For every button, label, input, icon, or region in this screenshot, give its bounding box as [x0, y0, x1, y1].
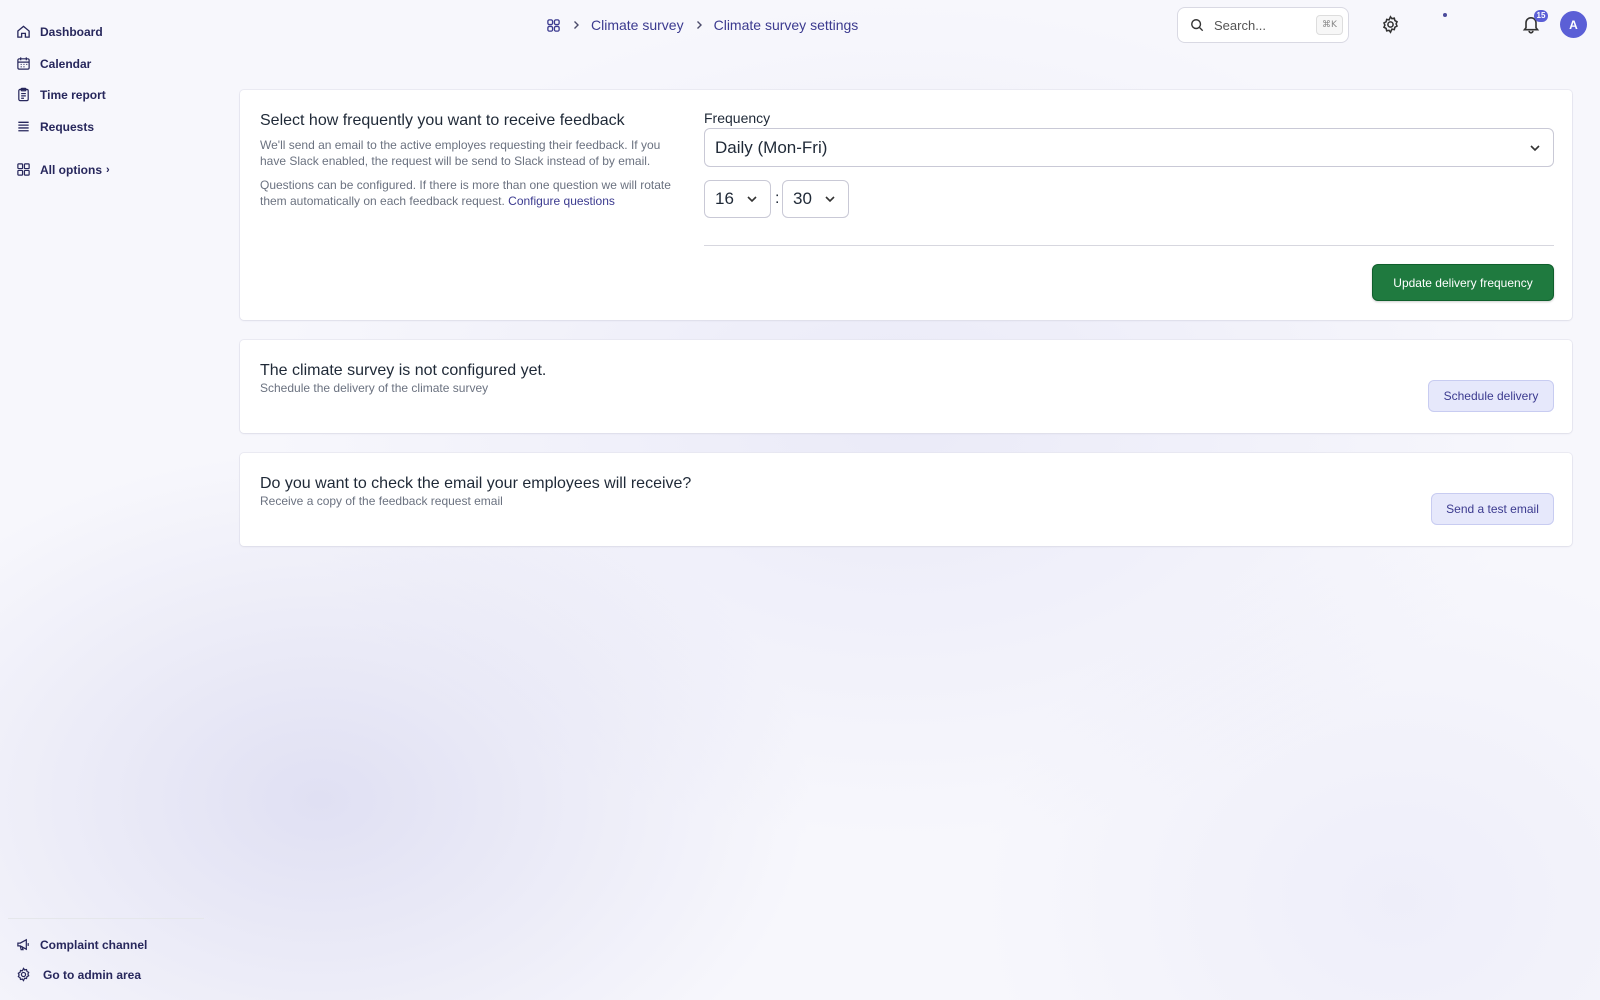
- chevron-down-icon: [824, 193, 836, 205]
- search-box[interactable]: ⌘K: [1177, 7, 1349, 43]
- frequency-label: Frequency: [704, 110, 771, 126]
- search-icon: [1190, 18, 1204, 32]
- sidebar-item-all-options[interactable]: All options ›: [16, 162, 110, 177]
- avatar[interactable]: A: [1560, 11, 1587, 38]
- minute-select[interactable]: 30: [782, 180, 849, 218]
- sidebar-item-label: All options: [40, 162, 102, 177]
- hour-value: 16: [715, 189, 734, 208]
- sidebar-item-label: Time report: [40, 87, 106, 102]
- test-email-card-title: Do you want to check the email your empl…: [260, 475, 692, 492]
- clipboard-icon: [16, 87, 31, 102]
- sidebar-item-dashboard[interactable]: Dashboard: [16, 24, 103, 39]
- schedule-card-title: The climate survey is not configured yet…: [260, 362, 547, 379]
- frequency-card-title: Select how frequently you want to receiv…: [260, 112, 625, 129]
- sidebar: Dashboard Calendar Time report Requests …: [0, 0, 210, 1000]
- sidebar-item-calendar[interactable]: Calendar: [16, 56, 91, 71]
- chevron-down-icon: [746, 193, 758, 205]
- search-input[interactable]: [1212, 16, 1316, 34]
- notification-badge: 15: [1534, 10, 1548, 22]
- questions-description: Questions can be configured. If there is…: [260, 177, 680, 209]
- sidebar-item-label: Requests: [40, 119, 95, 134]
- breadcrumb-climate-survey[interactable]: Climate survey: [591, 17, 684, 33]
- frequency-card: Select how frequently you want to receiv…: [240, 90, 1572, 320]
- calendar-icon: [16, 56, 31, 71]
- status-dot: [1443, 13, 1447, 17]
- chevron-right-icon: [694, 20, 704, 30]
- home-icon: [16, 24, 31, 39]
- sidebar-item-time-report[interactable]: Time report: [16, 87, 106, 102]
- chevron-right-icon: [571, 20, 581, 30]
- minute-value: 30: [793, 189, 812, 208]
- settings-gear-icon[interactable]: [1380, 14, 1400, 34]
- update-delivery-frequency-button[interactable]: Update delivery frequency: [1372, 264, 1554, 301]
- sidebar-item-requests[interactable]: Requests: [16, 119, 94, 134]
- hour-select[interactable]: 16: [704, 180, 771, 218]
- schedule-card-subtitle: Schedule the delivery of the climate sur…: [260, 381, 489, 395]
- frequency-value: Daily (Mon-Fri): [715, 137, 828, 157]
- time-separator: :: [775, 190, 780, 207]
- frequency-description: We'll send an email to the active employ…: [260, 138, 661, 168]
- breadcrumb: Climate survey Climate survey settings: [546, 14, 858, 36]
- configure-questions-link[interactable]: Configure questions: [508, 194, 615, 208]
- gear-icon: [16, 967, 31, 982]
- sidebar-item-complaint-channel[interactable]: Complaint channel: [16, 937, 147, 952]
- sidebar-item-label: Calendar: [40, 56, 92, 71]
- schedule-delivery-button[interactable]: Schedule delivery: [1428, 380, 1554, 412]
- shortcut-hint: ⌘K: [1316, 15, 1343, 35]
- grid-icon: [16, 162, 31, 177]
- breadcrumb-climate-survey-settings[interactable]: Climate survey settings: [714, 17, 859, 33]
- schedule-card: The climate survey is not configured yet…: [240, 340, 1572, 433]
- sidebar-divider: [8, 918, 204, 919]
- sidebar-item-label: Dashboard: [40, 24, 103, 39]
- sidebar-item-admin-area[interactable]: Go to admin area: [16, 967, 141, 982]
- test-email-card: Do you want to check the email your empl…: [240, 453, 1572, 546]
- send-test-email-button[interactable]: Send a test email: [1431, 493, 1554, 525]
- apps-icon[interactable]: [546, 18, 561, 33]
- sidebar-item-label: Complaint channel: [40, 937, 148, 952]
- chevron-down-icon: [1529, 142, 1541, 154]
- chevron-right-icon: ›: [106, 163, 110, 176]
- test-email-card-subtitle: Receive a copy of the feedback request e…: [260, 494, 503, 508]
- megaphone-icon: [16, 937, 31, 952]
- frequency-select[interactable]: Daily (Mon-Fri): [704, 128, 1554, 167]
- sidebar-item-label: Go to admin area: [43, 967, 142, 982]
- form-divider: [704, 245, 1554, 246]
- stack-icon: [16, 119, 31, 134]
